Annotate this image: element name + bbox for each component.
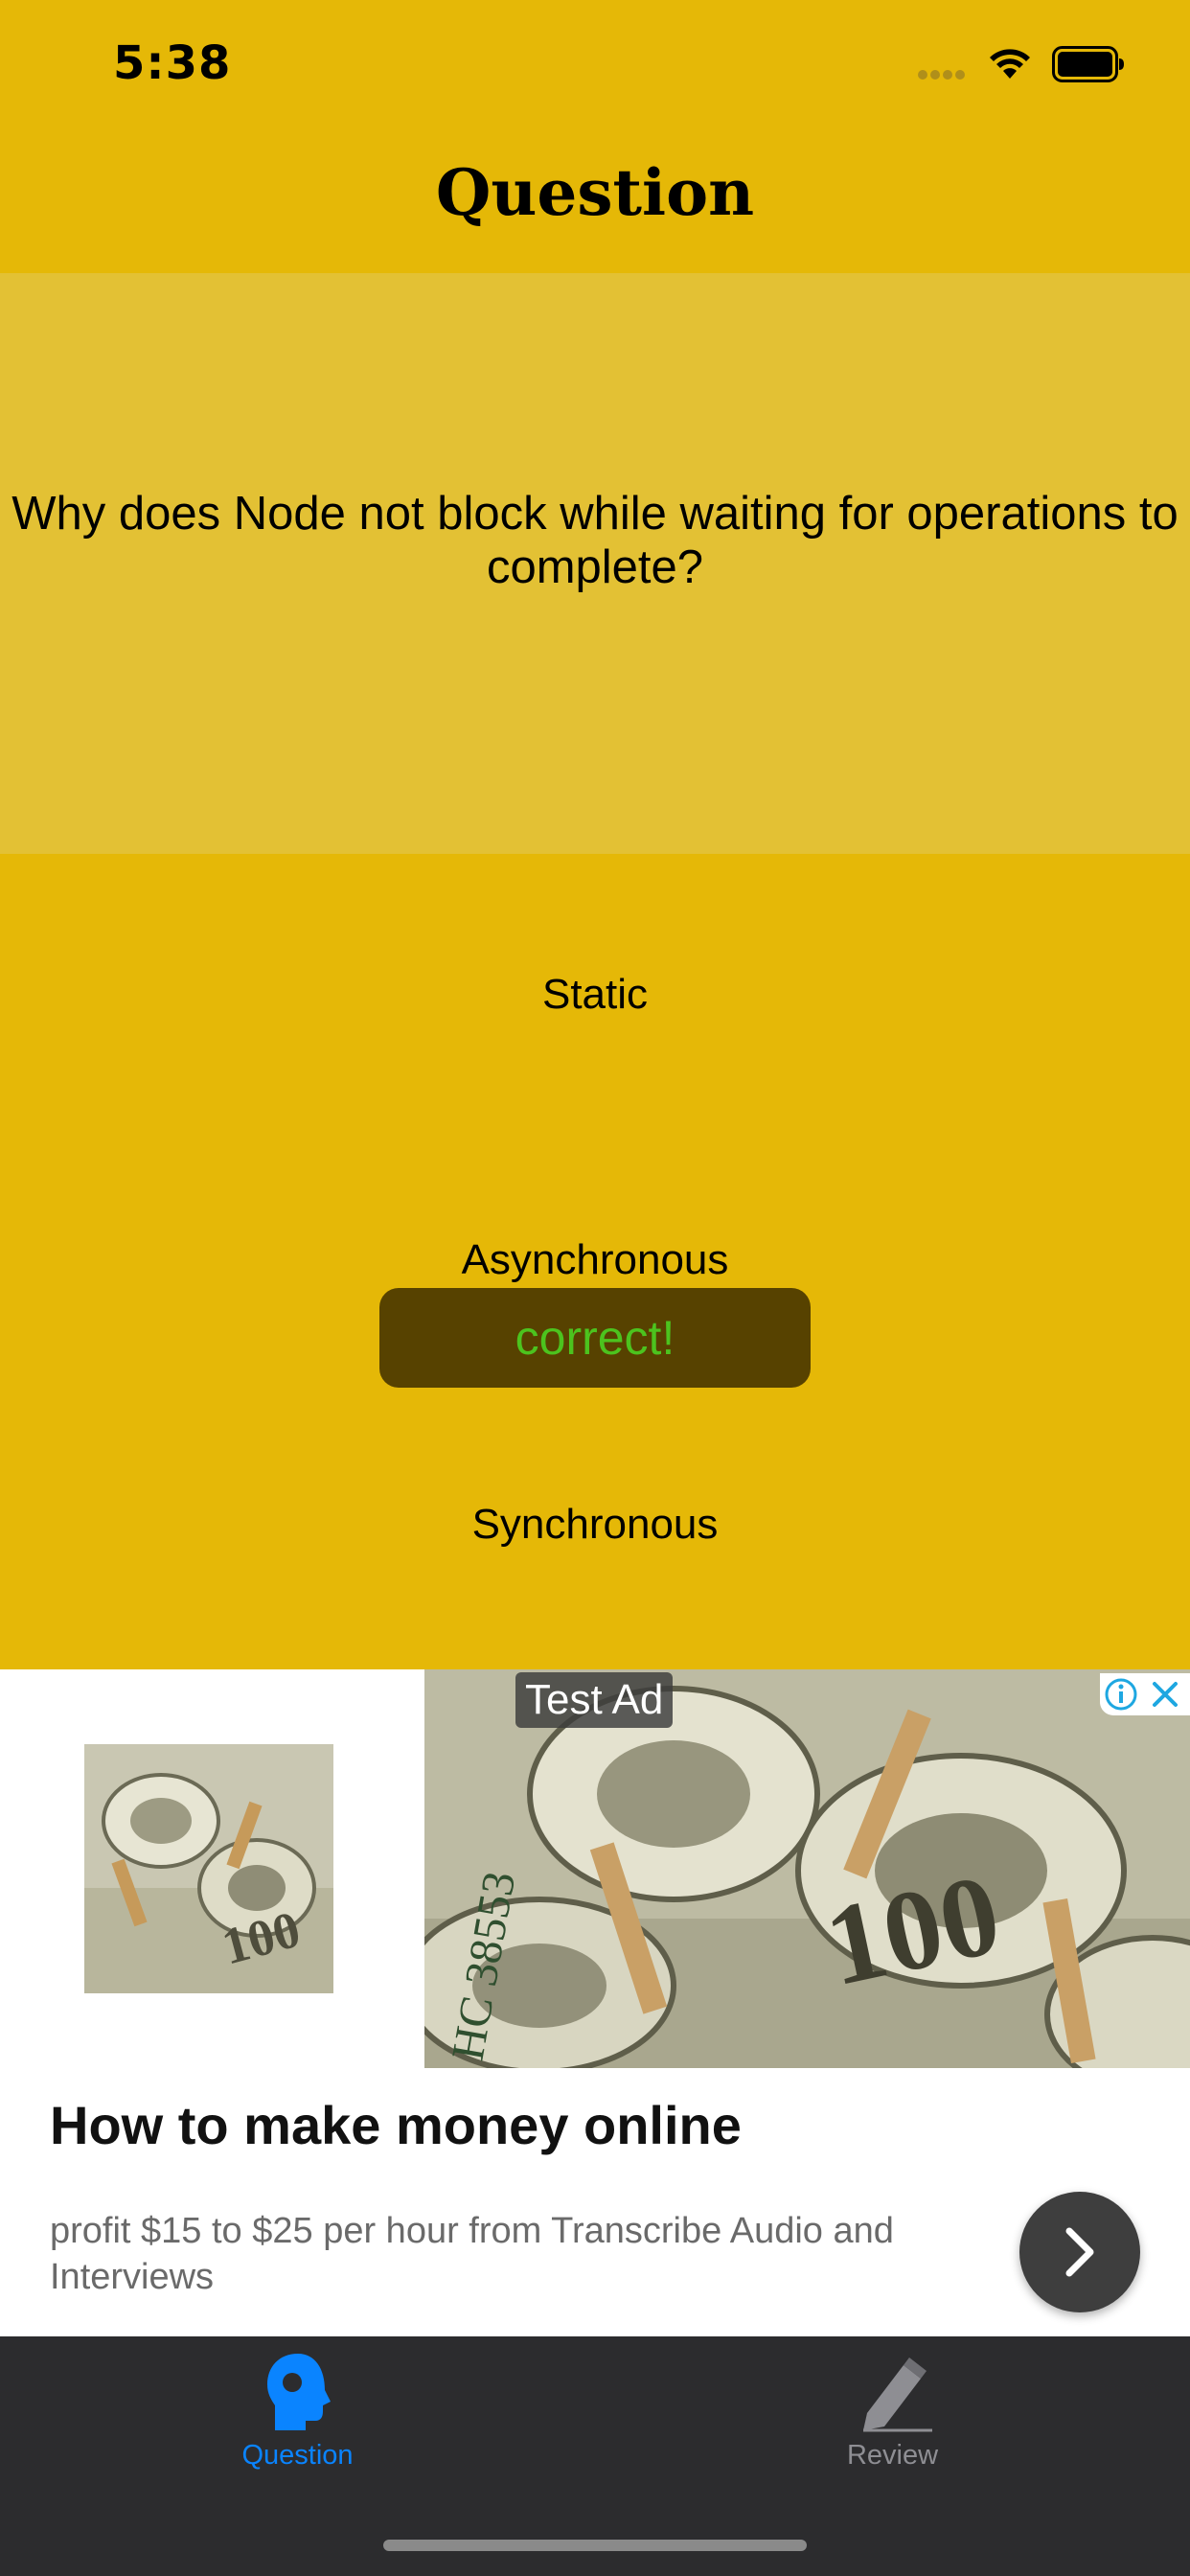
status-time: 5:38 xyxy=(113,36,232,90)
info-icon[interactable] xyxy=(1104,1677,1138,1712)
ad-body-text: profit $15 to $25 per hour from Transcri… xyxy=(50,2211,894,2297)
status-bar: 5:38 xyxy=(0,0,1190,129)
tab-bar: Question Review xyxy=(0,2336,1190,2576)
tab-question-label: Question xyxy=(241,2440,354,2471)
tab-review-label: Review xyxy=(846,2440,939,2471)
question-panel: Why does Node not block while waiting fo… xyxy=(0,273,1190,854)
ad-hero-image[interactable]: 100 HC 38553 xyxy=(424,1669,1190,2068)
test-ad-label: Test Ad xyxy=(515,1672,674,1728)
ad-banner[interactable]: 100 100 HC 38553 Test Ad How to make mon… xyxy=(0,1669,1190,2336)
tab-question[interactable]: Question xyxy=(0,2336,595,2499)
head-icon xyxy=(266,2354,331,2430)
result-toast-text: correct! xyxy=(515,1311,675,1365)
home-indicator[interactable] xyxy=(383,2540,807,2551)
page-title: Question xyxy=(435,155,755,230)
answer-option-synchronous[interactable]: Synchronous xyxy=(0,1501,1190,1549)
ad-cta-button[interactable] xyxy=(1019,2192,1140,2312)
navigation-bar: Question xyxy=(0,129,1190,273)
wifi-icon xyxy=(990,49,1030,79)
battery-icon xyxy=(1052,46,1124,82)
ad-headline[interactable]: How to make money online xyxy=(50,2094,742,2156)
ad-thumbnail-image[interactable]: 100 xyxy=(84,1744,333,1993)
answer-option-asynchronous[interactable]: Asynchronous xyxy=(0,1236,1190,1284)
cellular-signal-icon xyxy=(918,67,968,84)
result-toast: correct! xyxy=(379,1288,811,1388)
question-text: Why does Node not block while waiting fo… xyxy=(11,488,1179,593)
answer-option-static[interactable]: Static xyxy=(0,971,1190,1019)
ad-choices[interactable] xyxy=(1100,1673,1190,1715)
chevron-right-icon xyxy=(1065,2227,1094,2277)
pen-icon xyxy=(862,2358,932,2432)
tab-review[interactable]: Review xyxy=(595,2336,1190,2499)
close-icon[interactable] xyxy=(1148,1677,1182,1712)
